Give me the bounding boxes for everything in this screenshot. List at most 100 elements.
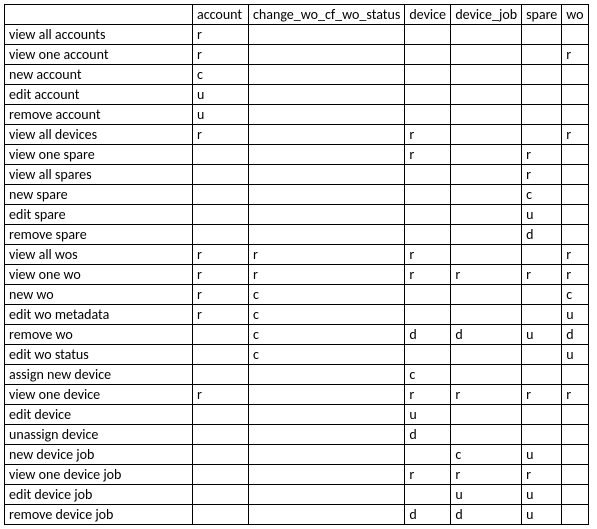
row-label: assign new device [5,365,193,385]
perm-cell: r [193,385,249,405]
perm-cell: d [405,425,451,445]
perm-cell [562,425,588,445]
table-row: new worcc [5,285,589,305]
col-header-wo: wo [562,5,588,25]
perm-cell [249,145,405,165]
perm-cell [405,165,451,185]
perm-cell: u [405,405,451,425]
perm-cell: r [451,265,522,285]
perm-cell [451,225,522,245]
perm-cell [249,385,405,405]
perm-cell [249,465,405,485]
perm-cell [193,145,249,165]
perm-cell [522,245,562,265]
perm-cell: r [522,385,562,405]
row-label: view all accounts [5,25,193,45]
table-row: view one worrrrrr [5,265,589,285]
perm-cell: r [405,145,451,165]
table-header: accountchange_wo_cf_wo_statusdevicedevic… [5,5,589,25]
perm-cell: d [522,225,562,245]
perm-cell [249,225,405,245]
table-row: view all spares r [5,165,589,185]
perm-cell [562,185,588,205]
row-label: edit wo status [5,345,193,365]
perm-cell: r [522,145,562,165]
table-row: assign new device c [5,365,589,385]
perm-cell [562,485,588,505]
perm-cell [405,305,451,325]
perm-cell [405,45,451,65]
perm-cell [562,85,588,105]
perm-cell [522,405,562,425]
row-label: remove account [5,105,193,125]
table-row: view one sparerr [5,145,589,165]
permissions-table: accountchange_wo_cf_wo_statusdevicedevic… [4,4,589,525]
table-row: edit spareu [5,205,589,225]
perm-cell [562,445,588,465]
perm-cell [193,425,249,445]
perm-cell [522,125,562,145]
perm-cell [405,445,451,465]
row-label: edit device job [5,485,193,505]
col-header-account: account [193,5,249,25]
perm-cell [522,285,562,305]
perm-cell [451,125,522,145]
perm-cell [405,225,451,245]
perm-cell: r [193,45,249,65]
perm-cell: u [562,345,588,365]
row-label: view all wos [5,245,193,265]
perm-cell [405,105,451,125]
perm-cell [522,85,562,105]
perm-cell: r [522,465,562,485]
perm-cell: r [405,385,451,405]
perm-cell [249,125,405,145]
table-row: remove spared [5,225,589,245]
perm-cell [451,245,522,265]
table-row: remove wocddud [5,325,589,345]
perm-cell: r [562,125,588,145]
perm-cell [405,85,451,105]
perm-cell: r [451,385,522,405]
row-label: view all spares [5,165,193,185]
perm-cell [405,185,451,205]
row-label: view one device [5,385,193,405]
perm-cell: c [249,285,405,305]
perm-cell [562,405,588,425]
perm-cell [522,305,562,325]
col-header-spare: spare [522,5,562,25]
perm-cell [522,45,562,65]
col-header-empty [5,5,193,25]
perm-cell [451,345,522,365]
perm-cell: c [405,365,451,385]
perm-cell [193,405,249,425]
perm-cell [193,465,249,485]
perm-cell [562,145,588,165]
perm-cell [405,205,451,225]
perm-cell [562,65,588,85]
perm-cell: u [522,325,562,345]
perm-cell: r [451,465,522,485]
perm-cell: u [193,85,249,105]
perm-cell [562,25,588,45]
row-label: view one account [5,45,193,65]
table-row: new device jobcu [5,445,589,465]
perm-cell: r [193,305,249,325]
perm-cell: r [522,165,562,185]
table-body: view all accountsrview one accountrrnew … [5,25,589,525]
perm-cell [451,65,522,85]
perm-cell: r [405,465,451,485]
perm-cell: u [193,105,249,125]
perm-cell [405,65,451,85]
perm-cell [451,305,522,325]
perm-cell: r [405,125,451,145]
table-row: view all wosrrrr [5,245,589,265]
perm-cell [193,365,249,385]
perm-cell [249,425,405,445]
perm-cell [405,485,451,505]
table-row: view all accountsr [5,25,589,45]
perm-cell: r [193,25,249,45]
row-label: remove wo [5,325,193,345]
row-label: edit account [5,85,193,105]
perm-cell [249,205,405,225]
col-header-change_wo_cf_wo_status: change_wo_cf_wo_status [249,5,405,25]
